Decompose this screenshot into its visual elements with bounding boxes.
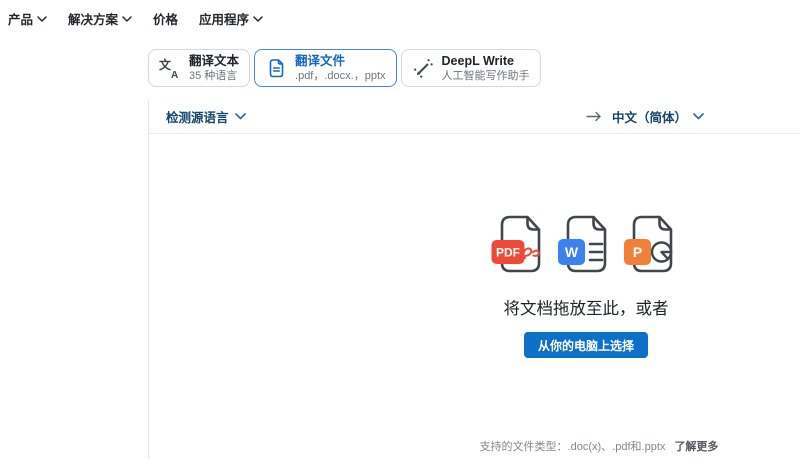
supported-file-types-text: 支持的文件类型：.doc(x)、.pdf和.pptx bbox=[480, 441, 666, 453]
deepl-translator-page: 产品 解决方案 价格 应用程序 文 A 翻译文本 35 种语言 bbox=[0, 0, 800, 459]
choose-file-button[interactable]: 从你的电脑上选择 bbox=[524, 332, 648, 358]
powerpoint-file-icon: P bbox=[623, 212, 681, 276]
chevron-down-icon bbox=[253, 16, 263, 22]
tab-label: DeepL Write bbox=[442, 53, 530, 69]
nav-item-pricing[interactable]: 价格 bbox=[153, 9, 178, 28]
source-language-selector[interactable]: 检测源语言 bbox=[166, 107, 246, 126]
language-bar: 检测源语言 中文（简体） bbox=[149, 100, 800, 134]
tab-label: 翻译文本 bbox=[189, 53, 239, 69]
tab-translate-files[interactable]: 翻译文件 .pdf，.docx.，pptx bbox=[254, 49, 397, 87]
chevron-down-icon bbox=[122, 16, 132, 22]
svg-text:W: W bbox=[565, 244, 579, 260]
svg-text:A: A bbox=[171, 70, 178, 79]
translator-panel: 检测源语言 中文（简体） PDF bbox=[148, 100, 800, 459]
target-language-label: 中文（简体） bbox=[612, 107, 687, 126]
nav-item-label: 产品 bbox=[8, 9, 33, 28]
pdf-file-icon: PDF bbox=[491, 212, 549, 276]
tab-sublabel: .pdf，.docx.，pptx bbox=[295, 69, 386, 83]
word-file-icon: W bbox=[557, 212, 615, 276]
dropzone-prompt: 将文档拖放至此，或者 bbox=[436, 295, 736, 319]
tab-deepl-write[interactable]: DeepL Write 人工智能写作助手 bbox=[401, 49, 541, 87]
translate-icon: 文 A bbox=[159, 57, 181, 79]
tab-label: 翻译文件 bbox=[295, 53, 386, 69]
nav-item-label: 价格 bbox=[153, 9, 178, 28]
chevron-down-icon bbox=[37, 16, 47, 22]
file-dropzone[interactable]: PDF W P 将文档拖放至此，或者 bbox=[436, 212, 736, 358]
feature-tabs: 文 A 翻译文本 35 种语言 翻译文件 .pdf，.docx.，pptx bbox=[148, 49, 541, 87]
supported-file-types: 支持的文件类型：.doc(x)、.pdf和.pptx 了解更多 bbox=[449, 438, 749, 454]
target-language-selector[interactable]: 中文（简体） bbox=[612, 107, 704, 126]
chevron-down-icon bbox=[235, 113, 246, 120]
nav-item-label: 解决方案 bbox=[68, 9, 118, 28]
nav-item-label: 应用程序 bbox=[199, 9, 249, 28]
learn-more-link[interactable]: 了解更多 bbox=[674, 441, 718, 453]
nav-item-solutions[interactable]: 解决方案 bbox=[68, 9, 132, 28]
svg-text:PDF: PDF bbox=[496, 246, 520, 260]
chevron-down-icon bbox=[693, 113, 704, 120]
svg-text:P: P bbox=[633, 244, 642, 260]
tab-sublabel: 35 种语言 bbox=[189, 69, 239, 83]
tab-sublabel: 人工智能写作助手 bbox=[442, 69, 530, 83]
tab-translate-text[interactable]: 文 A 翻译文本 35 种语言 bbox=[148, 49, 250, 87]
top-nav: 产品 解决方案 价格 应用程序 bbox=[8, 9, 263, 28]
arrow-right-icon bbox=[586, 111, 602, 122]
document-icon bbox=[265, 57, 287, 79]
pen-sparkle-icon bbox=[412, 57, 434, 79]
nav-item-products[interactable]: 产品 bbox=[8, 9, 47, 28]
source-language-label: 检测源语言 bbox=[166, 107, 229, 126]
nav-item-apps[interactable]: 应用程序 bbox=[199, 9, 263, 28]
